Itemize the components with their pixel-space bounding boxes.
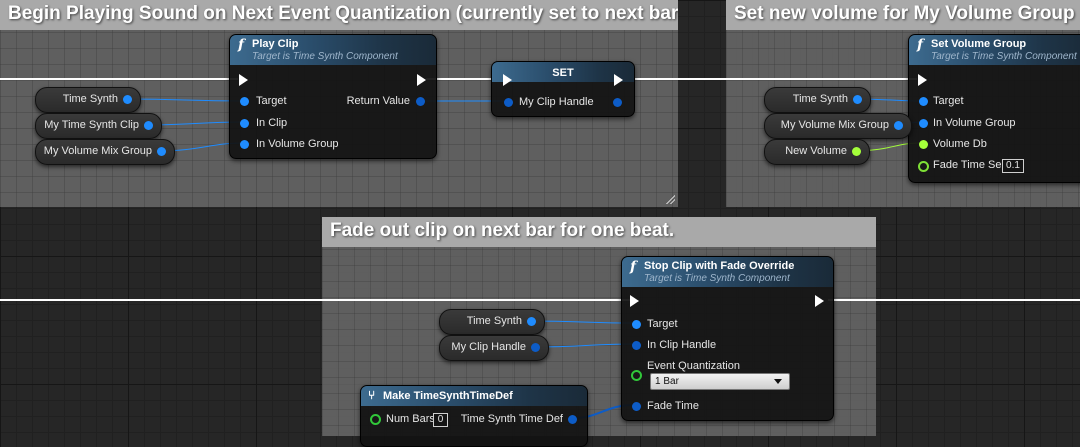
node-title: Stop Clip with Fade Override <box>644 260 795 272</box>
target-pin-icon[interactable] <box>632 320 641 329</box>
variable-out-pin-icon[interactable] <box>852 147 861 156</box>
pin-label-volume-db: Volume Db <box>933 138 987 150</box>
make-struct-icon: ⑂ <box>368 388 376 402</box>
node-title: Set Volume Group <box>931 38 1027 50</box>
pin-label-time-synth-time-def: Time Synth Time Def <box>460 413 563 425</box>
node-title: SET <box>552 67 574 79</box>
exec-out-pin-icon[interactable] <box>614 74 623 86</box>
variable-getter-time-synth[interactable]: Time Synth <box>764 87 871 113</box>
function-icon: f <box>238 37 245 53</box>
pin-label-in-volume-group: In Volume Group <box>256 138 339 150</box>
fade-time-sec-pin-icon[interactable] <box>918 161 929 172</box>
exec-in-pin-icon[interactable] <box>239 74 248 86</box>
pin-label-target: Target <box>933 95 964 107</box>
node-set-volume-group[interactable]: f Set Volume Group Target is Time Synth … <box>908 34 1080 183</box>
exec-in-pin-icon[interactable] <box>918 74 927 86</box>
node-subtitle: Target is Time Synth Component <box>644 273 790 284</box>
comment-title[interactable]: Set new volume for My Volume Group <box>726 0 1080 30</box>
variable-label: New Volume <box>785 145 847 157</box>
variable-getter-time-synth[interactable]: Time Synth <box>439 309 545 335</box>
pin-label-event-quantization: Event Quantization <box>647 360 740 372</box>
function-icon: f <box>630 259 637 275</box>
variable-getter-my-volume-mix-group[interactable]: My Volume Mix Group <box>764 113 912 139</box>
variable-out-pin-icon[interactable] <box>144 121 153 130</box>
pin-label-in-volume-group: In Volume Group <box>933 117 1016 129</box>
variable-out-pin-icon[interactable] <box>531 343 540 352</box>
exec-out-pin-icon[interactable] <box>815 295 824 307</box>
target-pin-icon[interactable] <box>240 97 249 106</box>
in-volume-group-pin-icon[interactable] <box>240 140 249 149</box>
exec-in-pin-icon[interactable] <box>503 74 512 86</box>
node-title: Make TimeSynthTimeDef <box>383 390 513 402</box>
variable-out-pin-icon[interactable] <box>527 317 536 326</box>
num-bars-input[interactable]: 0 <box>433 413 448 427</box>
resize-handle-icon[interactable] <box>665 194 675 204</box>
pin-label-target: Target <box>647 318 678 330</box>
node-subtitle: Target is Time Synth Component <box>252 51 398 62</box>
comment-title[interactable]: Fade out clip on next bar for one beat. <box>322 217 876 247</box>
function-icon: f <box>917 37 924 53</box>
node-title: Play Clip <box>252 38 299 50</box>
exec-out-pin-icon[interactable] <box>417 74 426 86</box>
num-bars-pin-icon[interactable] <box>370 414 381 425</box>
pin-label-num-bars: Num Bars <box>386 413 435 425</box>
node-subtitle: Target is Time Synth Component <box>931 51 1077 62</box>
dropdown-value: 1 Bar <box>655 376 679 387</box>
variable-getter-my-volume-mix-group[interactable]: My Volume Mix Group <box>35 139 175 165</box>
volume-db-pin-icon[interactable] <box>919 140 928 149</box>
node-stop-clip-with-fade-override[interactable]: f Stop Clip with Fade Override Target is… <box>621 256 834 421</box>
event-quantization-pin-icon[interactable] <box>631 370 642 381</box>
time-synth-time-def-pin-icon[interactable] <box>568 415 577 424</box>
variable-getter-time-synth[interactable]: Time Synth <box>35 87 141 113</box>
variable-getter-my-time-synth-clip[interactable]: My Time Synth Clip <box>35 113 162 139</box>
variable-getter-my-clip-handle[interactable]: My Clip Handle <box>439 335 549 361</box>
node-set-clip-handle[interactable]: SET My Clip Handle <box>491 61 635 117</box>
clip-handle-in-pin-icon[interactable] <box>504 98 513 107</box>
pin-label-in-clip-handle: In Clip Handle <box>647 339 717 351</box>
clip-handle-out-pin-icon[interactable] <box>613 98 622 107</box>
variable-label: My Volume Mix Group <box>43 145 152 157</box>
pin-label-fade-time-sec: Fade Time Sec <box>933 159 1007 171</box>
node-make-time-synth-time-def[interactable]: ⑂ Make TimeSynthTimeDef Num Bars 0 Time … <box>360 385 588 447</box>
in-clip-pin-icon[interactable] <box>240 119 249 128</box>
variable-label: My Time Synth Clip <box>44 119 139 131</box>
comment-title[interactable]: Begin Playing Sound on Next Event Quanti… <box>0 0 678 30</box>
fade-time-sec-input[interactable]: 0.1 <box>1002 159 1024 173</box>
exec-in-pin-icon[interactable] <box>630 295 639 307</box>
variable-label: My Clip Handle <box>451 341 526 353</box>
variable-out-pin-icon[interactable] <box>123 95 132 104</box>
event-quantization-dropdown[interactable]: 1 Bar <box>650 373 790 390</box>
variable-out-pin-icon[interactable] <box>894 121 903 130</box>
variable-out-pin-icon[interactable] <box>157 147 166 156</box>
return-value-pin-icon[interactable] <box>416 97 425 106</box>
chevron-down-icon <box>774 379 782 384</box>
pin-label-fade-time: Fade Time <box>647 400 699 412</box>
fade-time-pin-icon[interactable] <box>632 402 641 411</box>
variable-label: Time Synth <box>466 315 522 327</box>
variable-getter-new-volume[interactable]: New Volume <box>764 139 870 165</box>
target-pin-icon[interactable] <box>919 97 928 106</box>
in-clip-handle-pin-icon[interactable] <box>632 341 641 350</box>
variable-out-pin-icon[interactable] <box>853 95 862 104</box>
node-play-clip[interactable]: f Play Clip Target is Time Synth Compone… <box>229 34 437 159</box>
pin-label-target: Target <box>256 95 287 107</box>
pin-label-clip-handle: My Clip Handle <box>519 96 594 108</box>
pin-label-return-value: Return Value <box>346 95 410 107</box>
pin-label-in-clip: In Clip <box>256 117 288 129</box>
variable-label: My Volume Mix Group <box>780 119 889 131</box>
variable-label: Time Synth <box>62 93 118 105</box>
in-volume-group-pin-icon[interactable] <box>919 119 928 128</box>
variable-label: Time Synth <box>792 93 848 105</box>
